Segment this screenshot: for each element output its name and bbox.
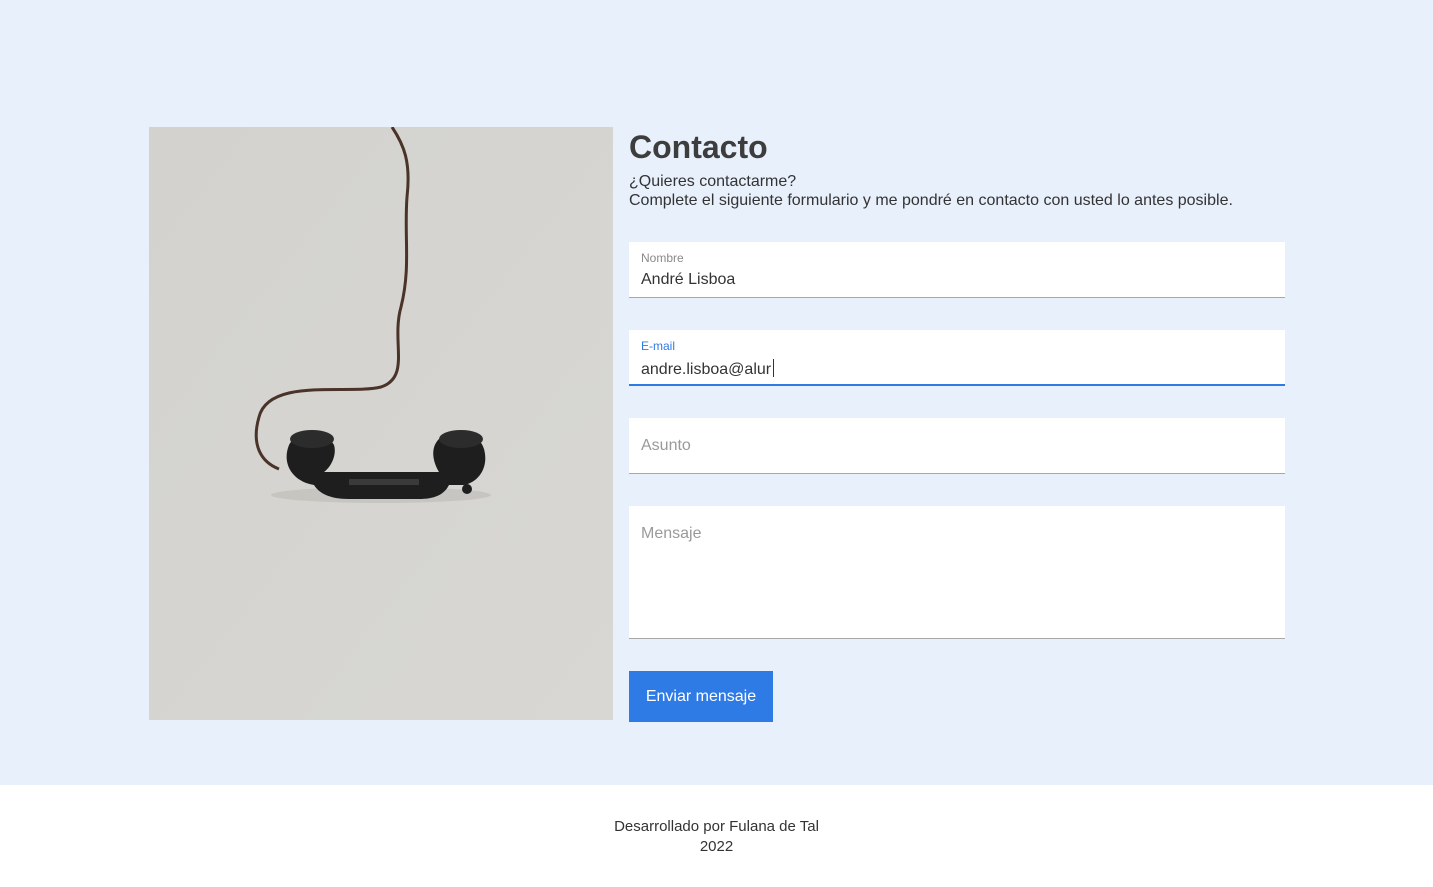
intro-text: ¿Quieres contactarme? Complete el siguie… (629, 172, 1285, 210)
footer-credit: Desarrollado por Fulana de Tal (614, 818, 819, 835)
asunto-field[interactable]: Asunto (629, 418, 1285, 474)
email-field[interactable]: E-mail andre.lisboa@alur (629, 330, 1285, 386)
nombre-field[interactable]: Nombre André Lisboa (629, 242, 1285, 298)
mensaje-textarea[interactable]: Mensaje (629, 506, 1285, 639)
nombre-label: Nombre (641, 251, 684, 265)
intro-question: ¿Quieres contactarme? (629, 173, 797, 190)
page-title: Contacto (629, 129, 768, 165)
telephone-handset-image (149, 127, 613, 720)
main-section: Contacto ¿Quieres contactarme? Complete … (0, 0, 1433, 785)
email-value-wrap: andre.lisboa@alur (641, 359, 775, 379)
contact-section: Contacto ¿Quieres contactarme? Complete … (629, 127, 1285, 722)
nombre-value: André Lisboa (641, 271, 736, 288)
footer: Desarrollado por Fulana de Tal 2022 (0, 785, 1433, 887)
email-label: E-mail (641, 339, 676, 353)
mensaje-placeholder: Mensaje (641, 525, 702, 542)
email-value: andre.lisboa@alur (641, 361, 772, 378)
text-caret (773, 359, 775, 377)
send-message-button[interactable]: Enviar mensaje (629, 671, 773, 722)
intro-description: Complete el siguiente formulario y me po… (629, 192, 1233, 209)
footer-year: 2022 (699, 838, 734, 855)
asunto-placeholder: Asunto (641, 437, 691, 454)
